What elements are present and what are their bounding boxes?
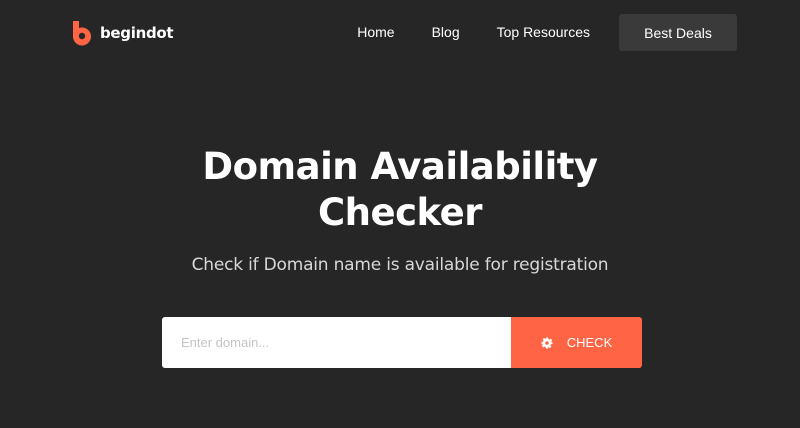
nav-top-resources[interactable]: Top Resources bbox=[497, 14, 590, 51]
page-title-line-1: Domain Availability bbox=[202, 145, 598, 188]
page: begindot Home Blog Top Resources Best De… bbox=[0, 0, 800, 428]
page-title-line-2: Checker bbox=[318, 191, 482, 234]
nav-blog[interactable]: Blog bbox=[432, 14, 460, 51]
site-header: begindot Home Blog Top Resources Best De… bbox=[0, 0, 800, 66]
begindot-logo-icon bbox=[72, 21, 91, 46]
page-subtitle: Check if Domain name is available for re… bbox=[191, 255, 609, 275]
domain-search-form: CHECK bbox=[162, 317, 642, 368]
check-button[interactable]: CHECK bbox=[511, 317, 642, 368]
best-deals-button[interactable]: Best Deals bbox=[619, 14, 737, 51]
domain-input[interactable] bbox=[162, 317, 511, 368]
main-nav: Home Blog Top Resources Best Deals bbox=[357, 14, 737, 51]
logo-text: begindot bbox=[100, 24, 174, 42]
page-title: Domain Availability Checker bbox=[0, 144, 800, 236]
check-button-label: CHECK bbox=[566, 335, 613, 350]
gear-icon bbox=[541, 337, 553, 348]
logo-link[interactable]: begindot bbox=[70, 19, 174, 47]
nav-home[interactable]: Home bbox=[357, 14, 394, 51]
